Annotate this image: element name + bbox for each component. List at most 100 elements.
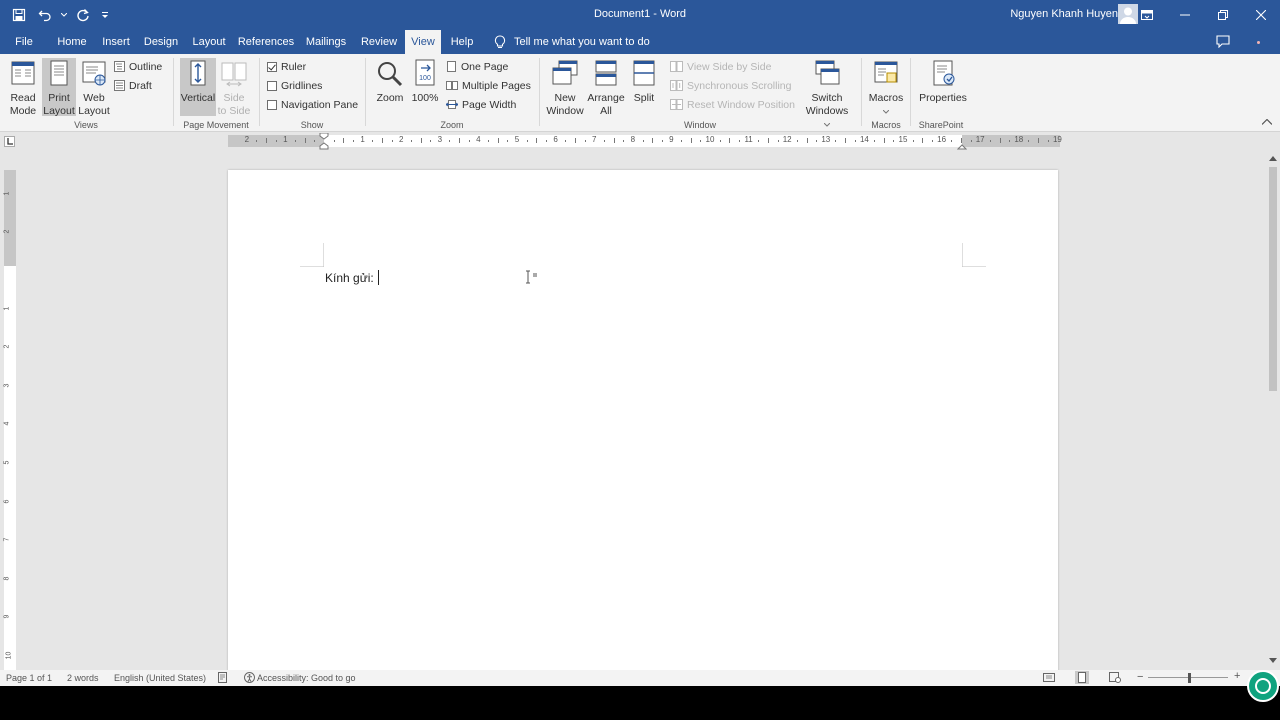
ruler-tick [526,140,528,142]
tell-me-search[interactable]: Tell me what you want to do [494,30,650,54]
draft-button[interactable]: Draft [114,77,152,94]
tab-layout[interactable]: Layout [188,30,230,54]
zoom-100-icon: 100 [415,59,435,86]
side-to-side-button[interactable]: Side to Side [217,58,251,117]
page-width-button[interactable]: Page Width [446,96,516,113]
scroll-down-icon[interactable] [1269,658,1277,664]
vertical-ruler[interactable]: 1 2 1 2 3 4 5 6 7 8 9 10 [3,170,16,670]
ruler-checkbox[interactable]: Ruler [267,58,306,75]
page-width-icon [446,100,458,109]
zoom-in-button[interactable]: + [1234,670,1240,682]
switch-windows-button[interactable]: Switch Windows [804,58,850,127]
undo-button[interactable] [34,4,56,26]
gridlines-checkbox[interactable]: Gridlines [267,77,322,94]
user-name[interactable]: Nguyen Khanh Huyen [1010,8,1118,20]
tab-file[interactable]: File [6,30,42,54]
minimize-button[interactable] [1166,0,1204,30]
page-count-status[interactable]: Page 1 of 1 [6,673,52,683]
right-indent-marker-icon[interactable] [957,141,967,150]
accessibility-status[interactable]: Accessibility: Good to go [257,673,356,683]
switch-windows-icon [815,60,840,85]
tab-review[interactable]: Review [357,30,401,54]
focus-mode-icon[interactable] [1043,672,1055,683]
arrange-all-button[interactable]: Arrange All [586,58,626,117]
group-views: Read Mode Print Layout Web Layout Outlin… [0,54,172,132]
comments-button[interactable] [1216,35,1230,51]
web-layout-button[interactable]: Web Layout [77,58,111,117]
group-window: New Window Arrange All Split View Side b… [540,54,860,132]
read-mode-button[interactable]: Read Mode [6,58,40,117]
indent-marker-icon[interactable] [319,133,329,150]
zoom-out-button[interactable]: − [1137,671,1143,683]
proofing-icon[interactable] [218,672,229,683]
zoom-button[interactable]: Zoom [372,58,408,116]
new-window-button[interactable]: New Window [545,58,585,117]
language-status[interactable]: English (United States) [114,673,206,683]
print-layout-button[interactable]: Print Layout [42,58,76,117]
body-text[interactable]: Kính gửi: [325,270,380,285]
tab-insert[interactable]: Insert [98,30,134,54]
navigation-pane-checkbox-box[interactable] [267,99,277,110]
customize-qat-button[interactable] [98,4,112,26]
word-count-status[interactable]: 2 words [67,673,99,683]
outline-button[interactable]: Outline [114,58,162,75]
tab-selector-button[interactable] [4,136,15,147]
scrollbar-thumb[interactable] [1269,167,1277,391]
zoom-slider-thumb[interactable] [1188,673,1191,683]
ruler-tick [1009,140,1011,142]
synchronous-scrolling-button[interactable]: Synchronous Scrolling [670,77,791,94]
ruler-checkbox-box[interactable] [267,61,277,72]
multiple-pages-button[interactable]: Multiple Pages [446,77,531,94]
window-controls [1128,0,1280,30]
ruler-tick [681,140,683,142]
vertical-scrollbar[interactable] [1266,150,1280,670]
minimize-icon [1180,14,1190,16]
macros-button[interactable]: Macros [868,58,904,116]
gridlines-checkbox-box[interactable] [267,80,277,91]
one-page-button[interactable]: One Page [446,58,508,75]
collapse-ribbon-button[interactable] [1261,116,1273,128]
vertical-button[interactable]: Vertical [180,58,216,116]
redo-button[interactable] [72,4,94,26]
assistant-fab-button[interactable] [1247,670,1279,702]
undo-dropdown-button[interactable] [60,4,68,26]
scroll-up-icon[interactable] [1269,155,1277,161]
ruler-number: 7 [3,537,11,542]
properties-button[interactable]: Properties [915,58,971,116]
ribbon-display-options-button[interactable] [1128,0,1166,30]
horizontal-ruler[interactable]: 2 1 1 2 3 4 5 6 7 8 9 10 11 12 13 14 15 16 17 18 19 [228,133,1062,150]
ruler-number: 8 [3,576,11,581]
left-tab-icon [7,138,13,145]
ribbon-tabs: File Home Insert Design Layout Reference… [0,30,1280,54]
close-button[interactable] [1242,0,1280,30]
ruler-tick [854,140,856,142]
ruler-label: Ruler [281,60,307,73]
document-page[interactable]: Kính gửi: [228,170,1058,686]
navigation-pane-checkbox[interactable]: Navigation Pane [267,96,358,113]
multiple-pages-label: Multiple Pages [462,79,531,92]
zoom-100-button[interactable]: 100 100% [410,58,440,116]
navigation-pane-label: Navigation Pane [281,98,359,111]
restore-button[interactable] [1204,0,1242,30]
ruler-number: 6 [3,499,11,504]
tab-references[interactable]: References [236,30,296,54]
tab-help[interactable]: Help [446,30,478,54]
save-button[interactable] [8,4,30,26]
ruler-tick [603,140,605,142]
ruler-tick [816,140,818,142]
tab-mailings[interactable]: Mailings [302,30,350,54]
ruler-tick [777,140,779,142]
tab-design[interactable]: Design [141,30,181,54]
draft-icon [114,80,125,91]
tab-home[interactable]: Home [52,30,92,54]
ruler-tick [410,140,412,142]
tab-view[interactable]: View [405,30,441,54]
read-mode-line2: Mode [9,105,37,117]
view-side-by-side-button[interactable]: View Side by Side [670,58,771,75]
reset-window-position-button[interactable]: Reset Window Position [670,96,795,113]
web-layout-view-icon[interactable] [1109,672,1121,683]
ruler-number: 15 [898,135,908,144]
split-button[interactable]: Split [628,58,660,116]
ruler-number: 14 [859,135,869,144]
print-layout-view-icon[interactable] [1075,671,1089,684]
